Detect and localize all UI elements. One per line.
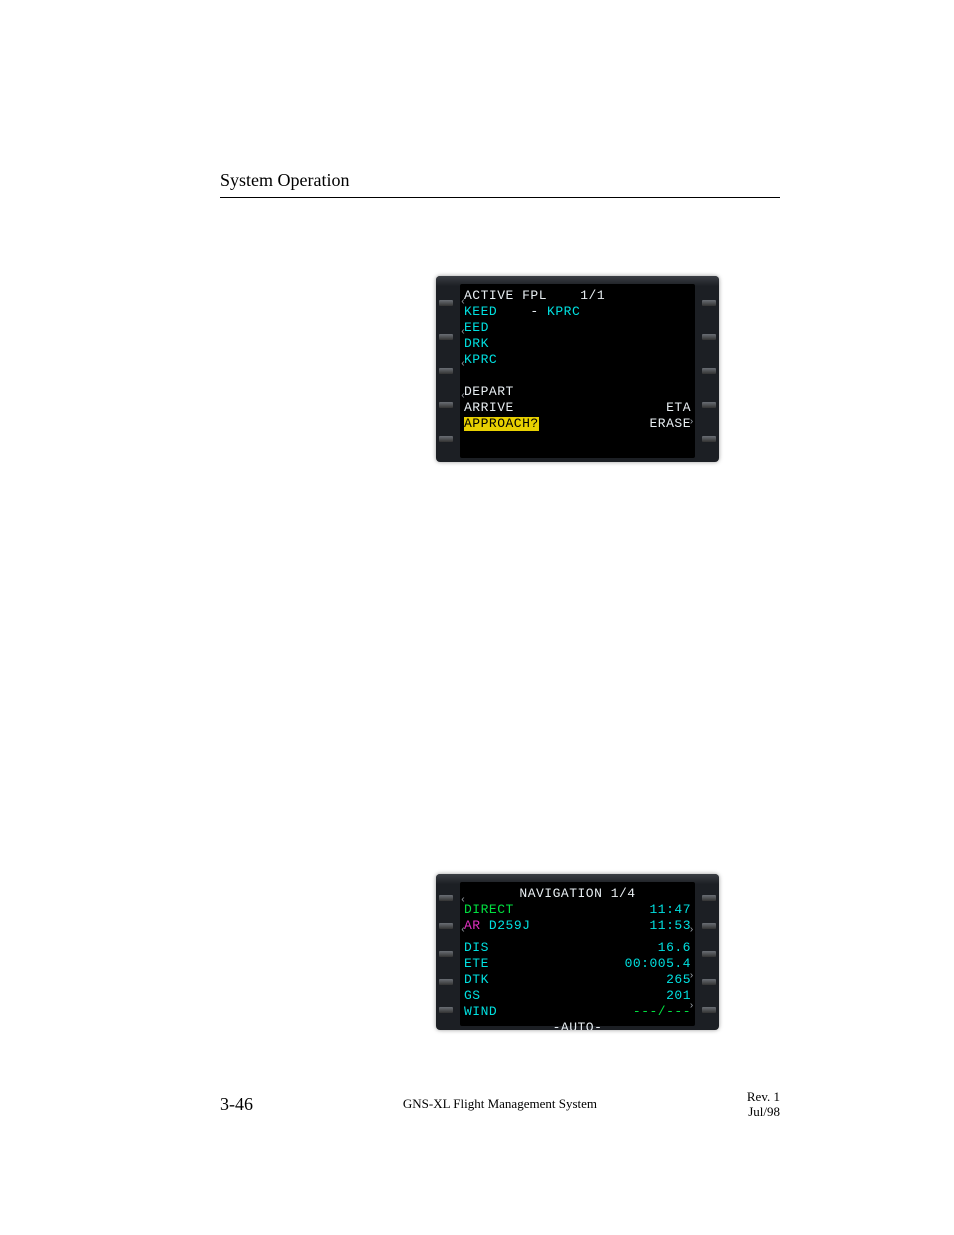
cdu2-mode: -AUTO- (553, 1021, 603, 1030)
cdu1-wpt-0: EED (464, 321, 489, 335)
cdu1-wpt-2: KPRC (464, 353, 497, 367)
cdu2-dis-label: DIS (464, 941, 489, 955)
cdu2-wind-label: WIND (464, 1005, 497, 1019)
caret-left-icon: ‹ (460, 360, 467, 370)
cdu2-ar-wpt: D259J (481, 919, 531, 933)
page-footer: 3-46 GNS-XL Flight Management System Rev… (220, 1089, 780, 1120)
cdu2-wind-value: ---/--- (633, 1005, 691, 1019)
line-select-key-r3[interactable] (702, 368, 716, 374)
cdu2-dis-value: 16.6 (658, 941, 691, 955)
cdu1-route-to: KPRC (539, 305, 581, 319)
caret-left-icon: ‹ (460, 298, 467, 308)
cdu2-left-keys (436, 874, 456, 1030)
cdu2-dtk-value: 265 (666, 973, 691, 987)
cdu-navigation: ‹ NAVIGATION 1/4 DIRECT 11:47 ‹ AR D259J… (436, 874, 719, 1030)
caret-right-icon: › (688, 418, 695, 428)
cdu2-screen: ‹ NAVIGATION 1/4 DIRECT 11:47 ‹ AR D259J… (460, 882, 695, 1026)
line-select-key-r5[interactable] (702, 1007, 716, 1013)
line-select-key-l3[interactable] (439, 951, 453, 957)
cdu2-direct-time: 11:47 (649, 903, 691, 917)
line-select-key-l4[interactable] (439, 402, 453, 408)
cdu2-ete-label: ETE (464, 957, 489, 971)
caret-right-icon: › (688, 972, 695, 982)
line-select-key-l5[interactable] (439, 436, 453, 442)
line-select-key-r1[interactable] (702, 895, 716, 901)
page-header: System Operation (220, 170, 780, 198)
cdu2-gs-value: 201 (666, 989, 691, 1003)
cdu1-depart: DEPART (464, 385, 514, 399)
cdu1-approach-highlighted: APPROACH? (464, 417, 539, 431)
line-select-key-r1[interactable] (702, 300, 716, 306)
cdu-active-fpl: ‹ ACTIVE FPL 1/1 KEED - KPRC ‹ EED DRK ‹… (436, 276, 719, 462)
cdu1-arrive: ARRIVE (464, 401, 514, 415)
page-number: 3-46 (220, 1094, 253, 1115)
footer-revision: Rev. 1 Jul/98 (747, 1089, 780, 1120)
line-select-key-r4[interactable] (702, 979, 716, 985)
line-select-key-r3[interactable] (702, 951, 716, 957)
cdu2-title: NAVIGATION 1/4 (519, 887, 635, 901)
cdu1-erase: ERASE (649, 417, 691, 431)
line-select-key-r4[interactable] (702, 402, 716, 408)
caret-left-icon: ‹ (460, 392, 467, 402)
cdu1-title-right: 1/1 (580, 289, 605, 303)
caret-left-icon: ‹ (460, 896, 467, 906)
cdu1-wpt-1: DRK (464, 337, 489, 351)
cdu1-title-left: ACTIVE FPL (464, 289, 547, 303)
cdu1-eta: ETA (666, 401, 691, 415)
cdu2-gs-label: GS (464, 989, 481, 1003)
cdu2-direct-label: DIRECT (464, 903, 514, 917)
caret-right-icon: › (688, 1002, 695, 1012)
line-select-key-l4[interactable] (439, 979, 453, 985)
footer-title: GNS-XL Flight Management System (253, 1096, 747, 1112)
line-select-key-l2[interactable] (439, 923, 453, 929)
line-select-key-r2[interactable] (702, 334, 716, 340)
cdu2-ete-value: 00:005.4 (625, 957, 691, 971)
cdu1-route-dash: - (497, 305, 539, 319)
cdu2-ar-time: 11:53 (649, 919, 691, 933)
caret-right-icon: › (688, 926, 695, 936)
cdu1-route-from: KEED (464, 305, 497, 319)
caret-left-icon: ‹ (460, 328, 467, 338)
line-select-key-r2[interactable] (702, 923, 716, 929)
cdu2-dtk-label: DTK (464, 973, 489, 987)
footer-rev-line1: Rev. 1 (747, 1089, 780, 1104)
page-header-title: System Operation (220, 170, 349, 190)
line-select-key-r5[interactable] (702, 436, 716, 442)
cdu1-screen: ‹ ACTIVE FPL 1/1 KEED - KPRC ‹ EED DRK ‹… (460, 284, 695, 458)
line-select-key-l5[interactable] (439, 1007, 453, 1013)
footer-rev-line2: Jul/98 (748, 1104, 780, 1119)
line-select-key-l3[interactable] (439, 368, 453, 374)
cdu2-right-keys (699, 874, 719, 1030)
caret-left-icon: ‹ (460, 926, 467, 936)
line-select-key-l1[interactable] (439, 300, 453, 306)
cdu1-right-keys (699, 276, 719, 462)
line-select-key-l1[interactable] (439, 895, 453, 901)
cdu1-left-keys (436, 276, 456, 462)
line-select-key-l2[interactable] (439, 334, 453, 340)
